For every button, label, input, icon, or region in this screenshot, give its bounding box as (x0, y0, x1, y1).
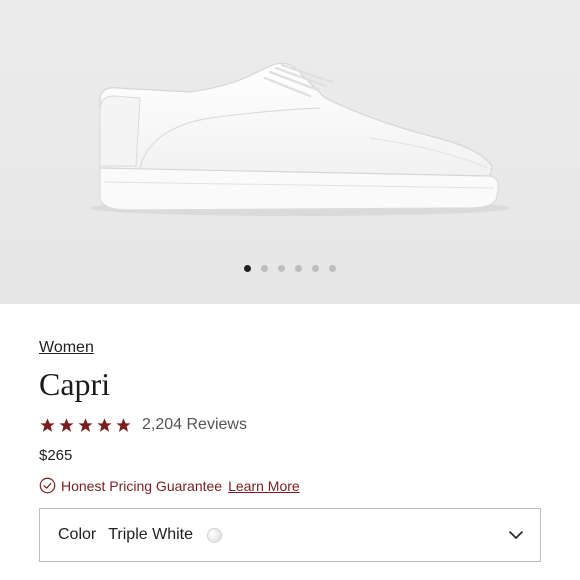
breadcrumb-women-link[interactable]: Women (39, 339, 94, 357)
product-title: Capri (39, 366, 111, 402)
star-icon (59, 417, 74, 432)
gallery-dot-4[interactable] (295, 265, 302, 272)
gallery-pagination (0, 265, 580, 272)
product-image-gallery[interactable] (0, 0, 580, 304)
reviews-count-link[interactable]: 2,204 Reviews (142, 416, 247, 434)
gallery-dot-1[interactable] (244, 265, 251, 272)
color-swatch (207, 527, 222, 543)
learn-more-link[interactable]: Learn More (228, 478, 300, 494)
gallery-dot-2[interactable] (261, 265, 268, 272)
sneaker-product-image (90, 62, 510, 216)
product-rating: 2,204 Reviews (39, 416, 247, 434)
star-icon (78, 417, 93, 432)
guarantee-text: Honest Pricing Guarantee (61, 477, 223, 494)
color-select-value: Triple White (108, 526, 193, 543)
star-icon (116, 417, 131, 432)
gallery-dot-6[interactable] (329, 265, 336, 272)
gallery-dot-3[interactable] (278, 265, 285, 272)
star-icon (40, 417, 55, 432)
color-select-label: Color (58, 526, 97, 543)
honest-pricing-guarantee: Honest Pricing Guarantee Learn More (39, 477, 300, 494)
chevron-down-icon (509, 531, 523, 539)
check-circle-icon (39, 477, 56, 494)
product-price: $265 (39, 447, 73, 464)
color-select[interactable]: Color Triple White (39, 508, 541, 562)
star-icon (97, 417, 112, 432)
rating-stars (39, 417, 132, 434)
gallery-dot-5[interactable] (312, 265, 319, 272)
